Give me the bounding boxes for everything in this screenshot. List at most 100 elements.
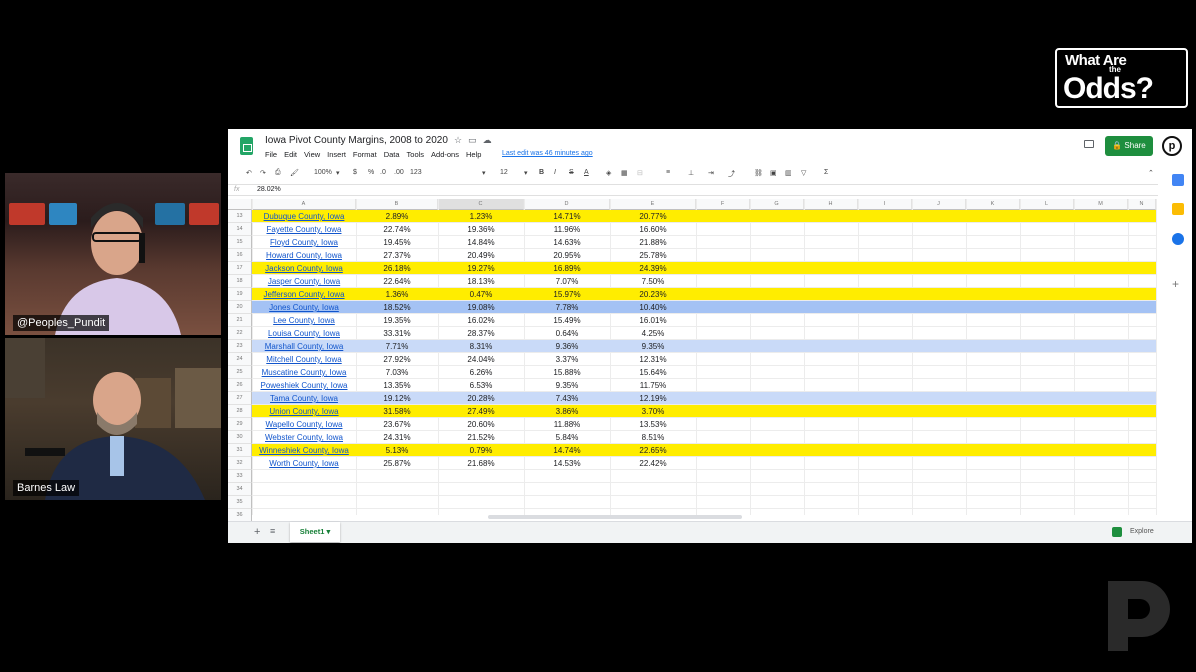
- keep-icon[interactable]: [1172, 203, 1184, 215]
- value-cell-e[interactable]: 15.64%: [610, 366, 696, 379]
- value-cell-c[interactable]: 20.28%: [438, 392, 524, 405]
- move-folder-icon[interactable]: ▭: [468, 135, 483, 145]
- value-cell-d[interactable]: 7.43%: [524, 392, 610, 405]
- value-cell-c[interactable]: [438, 496, 524, 509]
- value-cell-c[interactable]: 27.49%: [438, 405, 524, 418]
- value-cell-e[interactable]: 4.25%: [610, 327, 696, 340]
- value-cell-b[interactable]: 7.03%: [356, 366, 438, 379]
- table-row[interactable]: Howard County, Iowa 27.37% 20.49% 20.95% 25.…: [252, 249, 1156, 262]
- insert-comment-icon[interactable]: ▣: [770, 169, 777, 177]
- value-cell-b[interactable]: 1.36%: [356, 288, 438, 301]
- value-cell-b[interactable]: [356, 470, 438, 483]
- value-cell-d[interactable]: 15.88%: [524, 366, 610, 379]
- value-cell-c[interactable]: 19.08%: [438, 301, 524, 314]
- strikethrough-button[interactable]: S: [569, 169, 574, 176]
- value-cell-d[interactable]: 9.36%: [524, 340, 610, 353]
- menu-file[interactable]: File: [265, 150, 277, 159]
- cloud-status-icon[interactable]: ☁: [483, 135, 498, 145]
- value-cell-b[interactable]: 19.35%: [356, 314, 438, 327]
- document-title[interactable]: Iowa Pivot County Margins, 2008 to 2020: [265, 135, 448, 146]
- row-header[interactable]: 24: [228, 353, 252, 366]
- comment-history-icon[interactable]: [1084, 140, 1094, 148]
- value-cell-e[interactable]: 21.88%: [610, 236, 696, 249]
- value-cell-c[interactable]: 19.27%: [438, 262, 524, 275]
- county-cell[interactable]: Union County, Iowa: [252, 405, 356, 418]
- value-cell-b[interactable]: 5.13%: [356, 444, 438, 457]
- row-header[interactable]: 29: [228, 418, 252, 431]
- spreadsheet-grid[interactable]: A B C D E F G H I J K L M N 13 Dubuque County, Iowa 2.89…: [228, 199, 1158, 522]
- value-cell-e[interactable]: 12.19%: [610, 392, 696, 405]
- row-header[interactable]: 34: [228, 483, 252, 496]
- zoom-select[interactable]: 100%: [314, 169, 332, 176]
- column-header-c[interactable]: C: [438, 199, 524, 210]
- menu-insert[interactable]: Insert: [327, 150, 346, 159]
- value-cell-e[interactable]: 7.50%: [610, 275, 696, 288]
- insert-chart-icon[interactable]: ▥: [785, 169, 792, 177]
- increase-decimal-button[interactable]: .00: [394, 169, 404, 176]
- sheets-logo-icon[interactable]: [240, 137, 253, 155]
- value-cell-e[interactable]: 20.23%: [610, 288, 696, 301]
- row-header[interactable]: 31: [228, 444, 252, 457]
- value-cell-d[interactable]: 14.63%: [524, 236, 610, 249]
- value-cell-b[interactable]: 26.18%: [356, 262, 438, 275]
- horizontal-scrollbar[interactable]: [488, 515, 742, 519]
- value-cell-e[interactable]: 11.75%: [610, 379, 696, 392]
- functions-icon[interactable]: Σ: [824, 169, 828, 176]
- value-cell-d[interactable]: [524, 496, 610, 509]
- value-cell-c[interactable]: 18.13%: [438, 275, 524, 288]
- row-header[interactable]: 22: [228, 327, 252, 340]
- currency-button[interactable]: $: [353, 169, 357, 176]
- value-cell-e[interactable]: 20.77%: [610, 210, 696, 223]
- value-cell-c[interactable]: 20.49%: [438, 249, 524, 262]
- calendar-icon[interactable]: [1172, 174, 1184, 186]
- tab-sheet1[interactable]: Sheet1 ▾: [290, 522, 340, 542]
- value-cell-d[interactable]: 11.88%: [524, 418, 610, 431]
- menu-addons[interactable]: Add-ons: [431, 150, 459, 159]
- value-cell-e[interactable]: 3.70%: [610, 405, 696, 418]
- county-cell[interactable]: Winneshiek County, Iowa: [252, 444, 356, 457]
- font-size-select[interactable]: 12: [500, 169, 508, 176]
- print-icon[interactable]: ⎙: [275, 169, 281, 177]
- add-addon-icon[interactable]: +: [1172, 278, 1184, 291]
- value-cell-e[interactable]: 9.35%: [610, 340, 696, 353]
- table-row[interactable]: Louisa County, Iowa 33.31% 28.37% 0.64% 4.25…: [252, 327, 1156, 340]
- table-row[interactable]: Jefferson County, Iowa 1.36% 0.47% 15.97% 20…: [252, 288, 1156, 301]
- value-cell-c[interactable]: 1.23%: [438, 210, 524, 223]
- value-cell-c[interactable]: 14.84%: [438, 236, 524, 249]
- add-sheet-icon[interactable]: +: [254, 526, 260, 538]
- menu-edit[interactable]: Edit: [284, 150, 297, 159]
- column-header-e[interactable]: E: [610, 199, 696, 210]
- table-row[interactable]: Muscatine County, Iowa 7.03% 6.26% 15.88% 15…: [252, 366, 1156, 379]
- table-row[interactable]: Jasper County, Iowa 22.64% 18.13% 7.07% 7.50…: [252, 275, 1156, 288]
- star-icon[interactable]: ☆: [454, 135, 468, 145]
- county-cell[interactable]: Wapello County, Iowa: [252, 418, 356, 431]
- value-cell-d[interactable]: 3.86%: [524, 405, 610, 418]
- table-row[interactable]: Mitchell County, Iowa 27.92% 24.04% 3.37% 12…: [252, 353, 1156, 366]
- table-row[interactable]: Jones County, Iowa 18.52% 19.08% 7.78% 10.40…: [252, 301, 1156, 314]
- row-header[interactable]: 25: [228, 366, 252, 379]
- row-header[interactable]: 23: [228, 340, 252, 353]
- explore-icon[interactable]: [1112, 527, 1122, 537]
- row-header[interactable]: 35: [228, 496, 252, 509]
- value-cell-b[interactable]: 27.37%: [356, 249, 438, 262]
- county-cell[interactable]: Dubuque County, Iowa: [252, 210, 356, 223]
- table-row[interactable]: Worth County, Iowa 25.87% 21.68% 14.53% 22.4…: [252, 457, 1156, 470]
- value-cell-c[interactable]: 21.52%: [438, 431, 524, 444]
- value-cell-c[interactable]: 6.26%: [438, 366, 524, 379]
- redo-icon[interactable]: ↷: [260, 169, 266, 177]
- county-cell[interactable]: [252, 496, 356, 509]
- value-cell-d[interactable]: 7.78%: [524, 301, 610, 314]
- value-cell-b[interactable]: 33.31%: [356, 327, 438, 340]
- value-cell-e[interactable]: 12.31%: [610, 353, 696, 366]
- county-cell[interactable]: Howard County, Iowa: [252, 249, 356, 262]
- text-rotation-icon[interactable]: ⤴: [728, 169, 735, 179]
- county-cell[interactable]: Marshall County, Iowa: [252, 340, 356, 353]
- column-header-m[interactable]: M: [1074, 199, 1128, 210]
- value-cell-b[interactable]: 18.52%: [356, 301, 438, 314]
- county-cell[interactable]: Muscatine County, Iowa: [252, 366, 356, 379]
- value-cell-c[interactable]: 21.68%: [438, 457, 524, 470]
- row-header[interactable]: 18: [228, 275, 252, 288]
- horizontal-align-icon[interactable]: ≡: [666, 169, 670, 176]
- county-cell[interactable]: Jefferson County, Iowa: [252, 288, 356, 301]
- value-cell-c[interactable]: 28.37%: [438, 327, 524, 340]
